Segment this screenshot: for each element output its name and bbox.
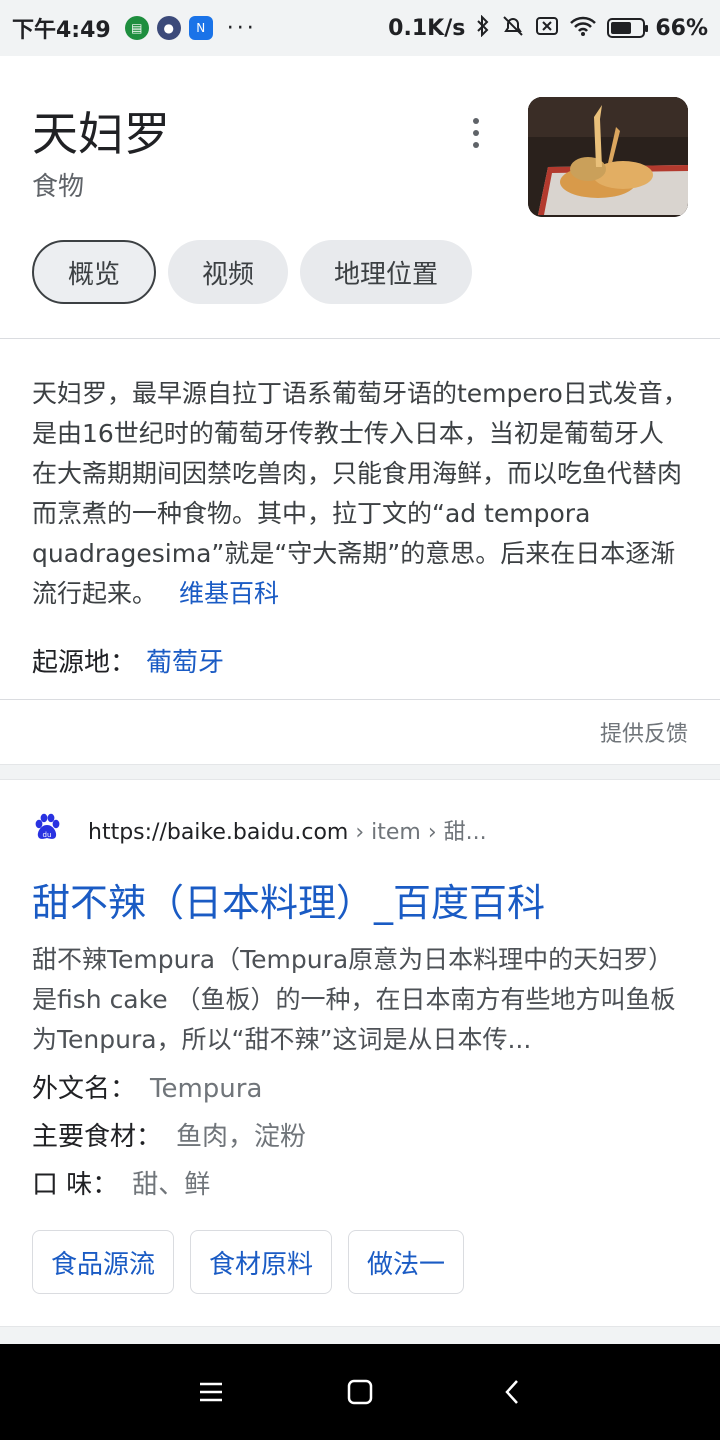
section-separator	[0, 764, 720, 780]
network-speed: 0.1K/s	[388, 15, 466, 41]
entity-tabs: 概览 视频 地理位置	[32, 240, 473, 304]
feedback-link[interactable]: 提供反馈	[600, 716, 688, 748]
bluetooth-icon	[475, 14, 491, 42]
tab-videos[interactable]: 视频	[168, 240, 289, 304]
status-bar: 下午4:49 ▤ ● N ··· 0.1K/s 66%	[0, 0, 720, 56]
attribute-row: 口 味： 甜、鲜	[32, 1164, 210, 1201]
description-text: 天妇罗，最早源自拉丁语系葡萄牙语的tempero日式发音，是由16世纪时的葡萄牙…	[32, 379, 688, 608]
result-snippet: 甜不辣Tempura（Tempura原意为日本料理中的天妇罗）是fish cak…	[32, 945, 676, 1054]
status-time: 下午4:49	[12, 18, 111, 43]
attribute-row: 主要食材： 鱼肉，淀粉	[32, 1116, 306, 1153]
result-sitelinks: 食品源流 食材原料 做法一	[32, 1230, 465, 1294]
notification-icons: ▤ ● N	[124, 16, 213, 40]
wikipedia-link[interactable]: 维基百科	[179, 579, 279, 608]
attribute-value: 鱼肉，淀粉	[176, 1122, 307, 1152]
mute-icon	[501, 15, 525, 42]
menu-icon[interactable]	[191, 1374, 231, 1410]
origin-row: 起源地： 葡萄牙	[32, 642, 224, 679]
divider	[0, 699, 720, 700]
no-sim-icon	[535, 16, 559, 41]
home-icon[interactable]	[340, 1374, 380, 1410]
attribute-label: 主要食材：	[32, 1122, 163, 1152]
attribute-value: Tempura	[150, 1074, 263, 1104]
result-title-link[interactable]: 甜不辣（日本料理）_百度百科	[32, 872, 545, 927]
app-notification-icon: ▤	[124, 16, 149, 40]
result-url[interactable]: https://baike.baidu.com › item › 甜...	[88, 814, 487, 846]
entity-description: 天妇罗，最早源自拉丁语系葡萄牙语的tempero日式发音，是由16世纪时的葡萄牙…	[32, 374, 688, 614]
baidu-paw-icon: du	[32, 812, 62, 842]
sitelink-button[interactable]: 食品源流	[32, 1230, 175, 1294]
app-notification-icon: ●	[156, 16, 181, 40]
section-separator	[0, 1326, 720, 1344]
svg-text:du: du	[43, 831, 52, 839]
battery-icon	[607, 18, 649, 38]
attribute-value: 甜、鲜	[132, 1170, 211, 1200]
attribute-row: 外文名： Tempura	[32, 1068, 262, 1105]
entity-title: 天妇罗	[32, 107, 170, 161]
entity-subtitle: 食物	[32, 172, 85, 202]
wifi-icon	[569, 15, 597, 42]
attribute-label: 外文名：	[32, 1074, 137, 1104]
tab-location[interactable]: 地理位置	[300, 240, 473, 304]
sitelink-button[interactable]: 食材原料	[190, 1230, 333, 1294]
back-icon[interactable]	[492, 1374, 532, 1410]
result-url-domain: https://baike.baidu.com	[88, 820, 349, 845]
app-notification-icon: N	[188, 16, 213, 40]
origin-link[interactable]: 葡萄牙	[146, 648, 224, 678]
more-notifications-icon: ···	[226, 15, 257, 41]
divider	[0, 338, 720, 339]
origin-label: 起源地：	[32, 648, 137, 678]
result-url-path: › item › 甜...	[348, 820, 487, 845]
attribute-label: 口 味：	[32, 1170, 119, 1200]
more-options-icon[interactable]	[466, 118, 486, 148]
entity-thumbnail[interactable]	[528, 97, 688, 217]
navigation-bar	[0, 1344, 720, 1440]
battery-percent: 66%	[655, 15, 708, 41]
sitelink-button[interactable]: 做法一	[348, 1230, 465, 1294]
tab-overview[interactable]: 概览	[32, 240, 157, 304]
